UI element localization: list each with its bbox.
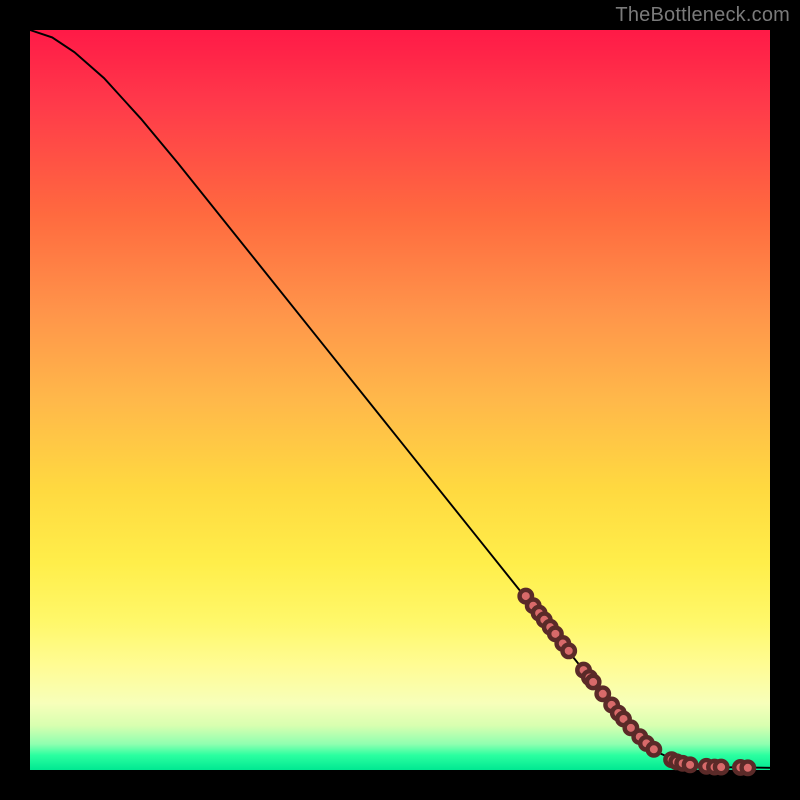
data-point (587, 676, 599, 688)
data-point (648, 743, 660, 755)
curve-line (30, 30, 770, 768)
data-point (715, 761, 727, 773)
data-point (563, 645, 575, 657)
data-point (742, 762, 754, 774)
data-dots (520, 590, 754, 774)
chart-frame: TheBottleneck.com (0, 0, 800, 800)
watermark-text: TheBottleneck.com (615, 4, 790, 27)
data-point (684, 759, 696, 771)
chart-svg (30, 30, 770, 770)
